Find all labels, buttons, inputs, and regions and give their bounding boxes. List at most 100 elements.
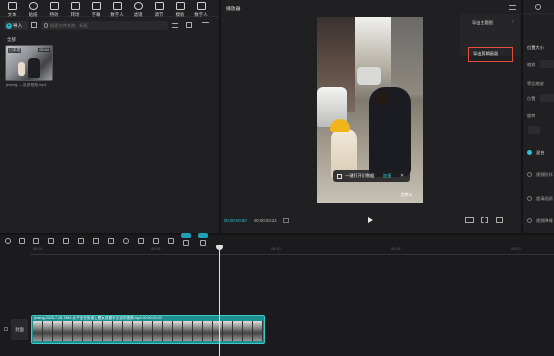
scale-input[interactable] xyxy=(540,60,554,68)
delete-icon[interactable] xyxy=(63,238,69,244)
view-toggle-icon[interactable] xyxy=(186,22,192,28)
fullscreen-icon[interactable] xyxy=(496,217,503,223)
smart-icon[interactable] xyxy=(200,240,206,246)
position-input[interactable] xyxy=(540,94,554,102)
prop-stabilize: 视频防抖 xyxy=(536,172,553,177)
toolbar-item-digital-human[interactable]: 数字人 xyxy=(192,2,210,18)
cover-button[interactable]: 封面 xyxy=(11,319,28,340)
caption-action-link[interactable]: 加速 xyxy=(383,170,391,182)
prop-scale: 缩放 xyxy=(527,62,536,67)
parked-car-right xyxy=(357,67,381,85)
category-all-tab[interactable]: 全部 xyxy=(7,37,16,43)
clip-frame-thumbnail xyxy=(133,321,143,341)
settings-icon[interactable] xyxy=(535,4,541,10)
toolbar-item-sticker[interactable]: 贴纸 xyxy=(24,2,42,18)
caption-close-icon[interactable]: ✕ xyxy=(400,170,404,182)
media-thumbnail[interactable]: 已添加 00:04 xyxy=(5,45,53,81)
rotation-input[interactable] xyxy=(528,126,540,134)
clip-frame-thumbnail xyxy=(223,321,233,341)
tick-label: 00:10 xyxy=(271,247,281,251)
crop-icon[interactable] xyxy=(168,238,174,244)
caption-icon xyxy=(337,173,342,179)
player-menu-icon[interactable] xyxy=(509,5,516,10)
video-preview[interactable]: 一键打开识数据 加速 ✕ 即梦AI xyxy=(317,17,423,203)
clip-frame-thumbnail xyxy=(203,321,213,341)
clip-frame-thumbnail xyxy=(193,321,203,341)
toolbar-item-template[interactable]: 模板 xyxy=(171,2,189,18)
split-left-icon[interactable] xyxy=(33,238,39,244)
tick-label: 00:00 xyxy=(33,247,43,251)
hd-checkbox[interactable] xyxy=(527,196,532,201)
menu-item-export-frame[interactable]: 导出剪辑画面 xyxy=(468,47,513,62)
tick-label: 00:15 xyxy=(391,247,401,251)
freeze-icon[interactable] xyxy=(108,238,114,244)
media-panel: 文本 贴纸 特效 转场 字幕 数字人 滤镜 调节 模板 数字人 + 导入 搜索文… xyxy=(0,0,219,233)
shield-icon[interactable] xyxy=(93,238,99,244)
prop-blend: 混合 xyxy=(536,150,545,155)
street-building-right xyxy=(391,17,423,95)
fit-screen-icon[interactable] xyxy=(481,217,488,223)
auto-cut-icon[interactable] xyxy=(183,240,189,246)
clip-frame-thumbnail xyxy=(113,321,123,341)
caption-bar[interactable]: 一键打开识数据 加速 ✕ xyxy=(333,170,410,182)
total-time: 00:00:03:22 xyxy=(254,218,277,223)
toolbar-item-effects[interactable]: 特效 xyxy=(45,2,63,18)
rotate-icon[interactable] xyxy=(153,238,159,244)
timecode-format-icon[interactable] xyxy=(283,218,289,223)
avatar-icon xyxy=(112,2,122,10)
effects-icon xyxy=(49,2,59,10)
child-yellow-hat xyxy=(330,119,350,132)
clip-frame-thumbnail xyxy=(53,321,63,341)
sort-icon[interactable] xyxy=(172,23,178,28)
toolbar-item-filter[interactable]: 滤镜 xyxy=(129,2,147,18)
toolbar-item-adjust[interactable]: 调节 xyxy=(150,2,168,18)
prop-rotation: 旋转 xyxy=(527,113,536,118)
toolbar: 文本 贴纸 特效 转场 字幕 数字人 滤镜 调节 模板 数字人 xyxy=(0,0,219,17)
ai-badge-2[interactable] xyxy=(198,233,208,238)
toolbar-item-text[interactable]: 文本 xyxy=(3,2,21,18)
filter-dropdown-icon[interactable] xyxy=(202,22,209,28)
ai-badge-1[interactable] xyxy=(181,233,191,238)
clip-frame-thumbnail xyxy=(83,321,93,341)
clip-frame-thumbnail xyxy=(253,321,263,341)
toolbar-item-avatar[interactable]: 数字人 xyxy=(108,2,126,18)
clip-frame-thumbnail xyxy=(73,321,83,341)
split-right-icon[interactable] xyxy=(48,238,54,244)
playhead[interactable] xyxy=(219,246,220,356)
denoise-checkbox[interactable] xyxy=(527,218,532,223)
play-button[interactable] xyxy=(368,217,373,223)
grid-view-icon[interactable] xyxy=(31,22,37,28)
clip-frame-thumbnail xyxy=(213,321,223,341)
import-button[interactable]: + 导入 xyxy=(4,21,28,30)
sticker-icon xyxy=(28,2,38,10)
woman-head xyxy=(375,90,389,106)
template-icon xyxy=(175,2,185,10)
stabilize-checkbox[interactable] xyxy=(527,172,532,177)
digital-human-icon xyxy=(196,2,206,10)
track-lock-icon[interactable] xyxy=(4,327,8,331)
time-ruler[interactable]: 00:00 00:05 00:10 00:15 00:20 xyxy=(30,247,554,255)
clip-frame-thumbnail xyxy=(153,321,163,341)
mark-icon[interactable] xyxy=(78,238,84,244)
menu-item-export-cover[interactable]: 导出主题图 xyxy=(472,20,493,26)
aspect-ratio-icon[interactable] xyxy=(465,217,474,223)
split-icon[interactable] xyxy=(19,238,25,244)
clip-frame-thumbnail xyxy=(163,321,173,341)
toolbar-item-caption[interactable]: 字幕 xyxy=(87,2,105,18)
text-icon xyxy=(7,2,17,10)
transition-icon xyxy=(70,2,80,10)
blend-toggle-icon[interactable] xyxy=(527,150,532,155)
clip-added-badge: 已添加 xyxy=(8,48,22,53)
mirror-icon[interactable] xyxy=(138,238,144,244)
toolbar-item-transition[interactable]: 转场 xyxy=(66,2,84,18)
plus-icon: + xyxy=(6,22,12,29)
undo-icon[interactable] xyxy=(5,238,11,244)
current-time: 00:00:00:00 xyxy=(224,218,247,223)
export-dropdown-menu: 导出主题图 › 导出剪辑画面 xyxy=(460,14,520,62)
search-input[interactable]: 搜索文件名称、标签 xyxy=(41,21,168,30)
prop-position-size: 位置大小 xyxy=(527,45,544,50)
media-filename: jimeng-...-女孩视频.mp4 xyxy=(6,83,47,87)
clip-frame-thumbnail xyxy=(123,321,133,341)
reverse-icon[interactable] xyxy=(123,238,129,244)
clip-frame-thumbnail xyxy=(183,321,193,341)
